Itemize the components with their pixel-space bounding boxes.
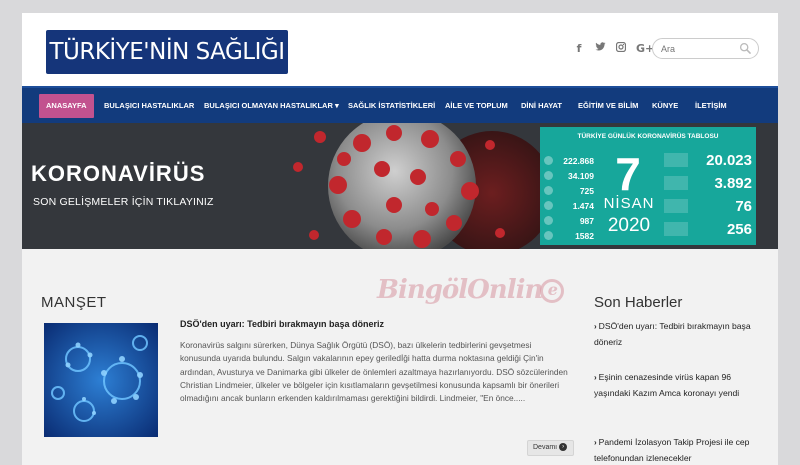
main-nav: ANASAYFA BULAŞICI HASTALIKLAR BULAŞICI O…: [22, 86, 778, 123]
article-thumbnail[interactable]: [44, 323, 158, 437]
article-title[interactable]: DSÖ'den uyarı: Tedbiri bırakmayın başa d…: [180, 319, 384, 329]
chevron-right-icon: ›: [594, 373, 597, 382]
site-logo[interactable]: TÜRKİYE'NİN SAĞLIĞI: [46, 30, 288, 74]
news-item[interactable]: › DSÖ'den uyarı: Tedbiri bırakmayın başa …: [594, 319, 766, 349]
page-frame: TÜRKİYE'NİN SAĞLIĞI f G+ ANASAYFA BULAŞI…: [22, 13, 778, 465]
facebook-icon[interactable]: f: [573, 42, 585, 55]
article-excerpt: Koronavirüs salgını sürerken, Dünya Sağl…: [180, 340, 568, 404]
nav-item-anasayfa[interactable]: ANASAYFA: [39, 94, 94, 118]
nav-item-bulasici[interactable]: BULAŞICI HASTALIKLAR: [104, 88, 194, 123]
death-icon: [544, 186, 553, 195]
intubated-icon: [544, 216, 553, 225]
covid-stats-card: TÜRKİYE GÜNLÜK KORONAVİRÜS TABLOSU 222.8…: [540, 127, 756, 245]
chevron-right-icon: ›: [594, 438, 597, 447]
covid-card-title: TÜRKİYE GÜNLÜK KORONAVİRÜS TABLOSU: [577, 133, 719, 140]
search-box: [652, 38, 759, 59]
nav-item-aile-toplum[interactable]: AİLE VE TOPLUM: [445, 88, 508, 123]
instagram-icon[interactable]: [615, 41, 627, 55]
site-header: TÜRKİYE'NİN SAĞLIĞI f G+: [22, 13, 778, 86]
search-input[interactable]: [661, 42, 741, 56]
nav-item-dini-hayat[interactable]: DİNİ HAYAT: [521, 88, 562, 123]
banner-subtitle[interactable]: SON GELİŞMELER İÇİN TIKLAYINIZ: [33, 196, 214, 208]
corona-banner[interactable]: KORONAVİRÜS SON GELİŞMELER İÇİN TIKLAYIN…: [22, 123, 778, 249]
covid-card-day: 7: [615, 148, 641, 200]
news-item[interactable]: › Eşinin cenazesinde virüs kapan 96 yaşın…: [594, 370, 766, 400]
nav-item-iletisim[interactable]: İLETİŞİM: [695, 88, 727, 123]
social-links: f G+: [573, 40, 654, 56]
nav-item-bulasici-olmayan[interactable]: BULAŞICI OLMAYAN HASTALIKLAR ▾: [204, 88, 339, 123]
nav-item-saglik-istatistikleri[interactable]: SAĞLIK İSTATİSTİKLERİ: [348, 88, 435, 123]
covid-right-stats: 20.023 3.892 76 256: [664, 149, 752, 241]
google-plus-icon[interactable]: G+: [636, 42, 654, 55]
arrow-right-icon: ›: [559, 443, 568, 452]
nav-item-kunye[interactable]: KÜNYE: [652, 88, 678, 123]
manset-heading: MANŞET: [41, 294, 107, 311]
nav-item-egitim-bilim[interactable]: EĞİTİM VE BİLİM: [578, 88, 638, 123]
twitter-icon[interactable]: [594, 41, 606, 55]
covid-card-month: NİSAN: [603, 195, 655, 212]
intensive-care-icon: [544, 201, 553, 210]
chevron-right-icon: ›: [594, 322, 597, 331]
covid-left-stats: 222.868 34.109 725 1.474 987 1582: [544, 153, 598, 243]
search-icon[interactable]: [739, 42, 752, 55]
news-item[interactable]: › Pandemi İzolasyon Takip Projesi ile cep…: [594, 435, 766, 465]
covid-card-year: 2020: [607, 215, 651, 236]
read-more-button[interactable]: Devamı ›: [527, 440, 574, 456]
case-icon: [544, 171, 553, 180]
son-haberler-heading: Son Haberler: [594, 294, 683, 311]
test-icon: [544, 156, 553, 165]
watermark: BingölOnlin e: [377, 275, 565, 305]
banner-title: KORONAVİRÜS: [31, 161, 206, 186]
recovered-icon: [544, 231, 553, 240]
